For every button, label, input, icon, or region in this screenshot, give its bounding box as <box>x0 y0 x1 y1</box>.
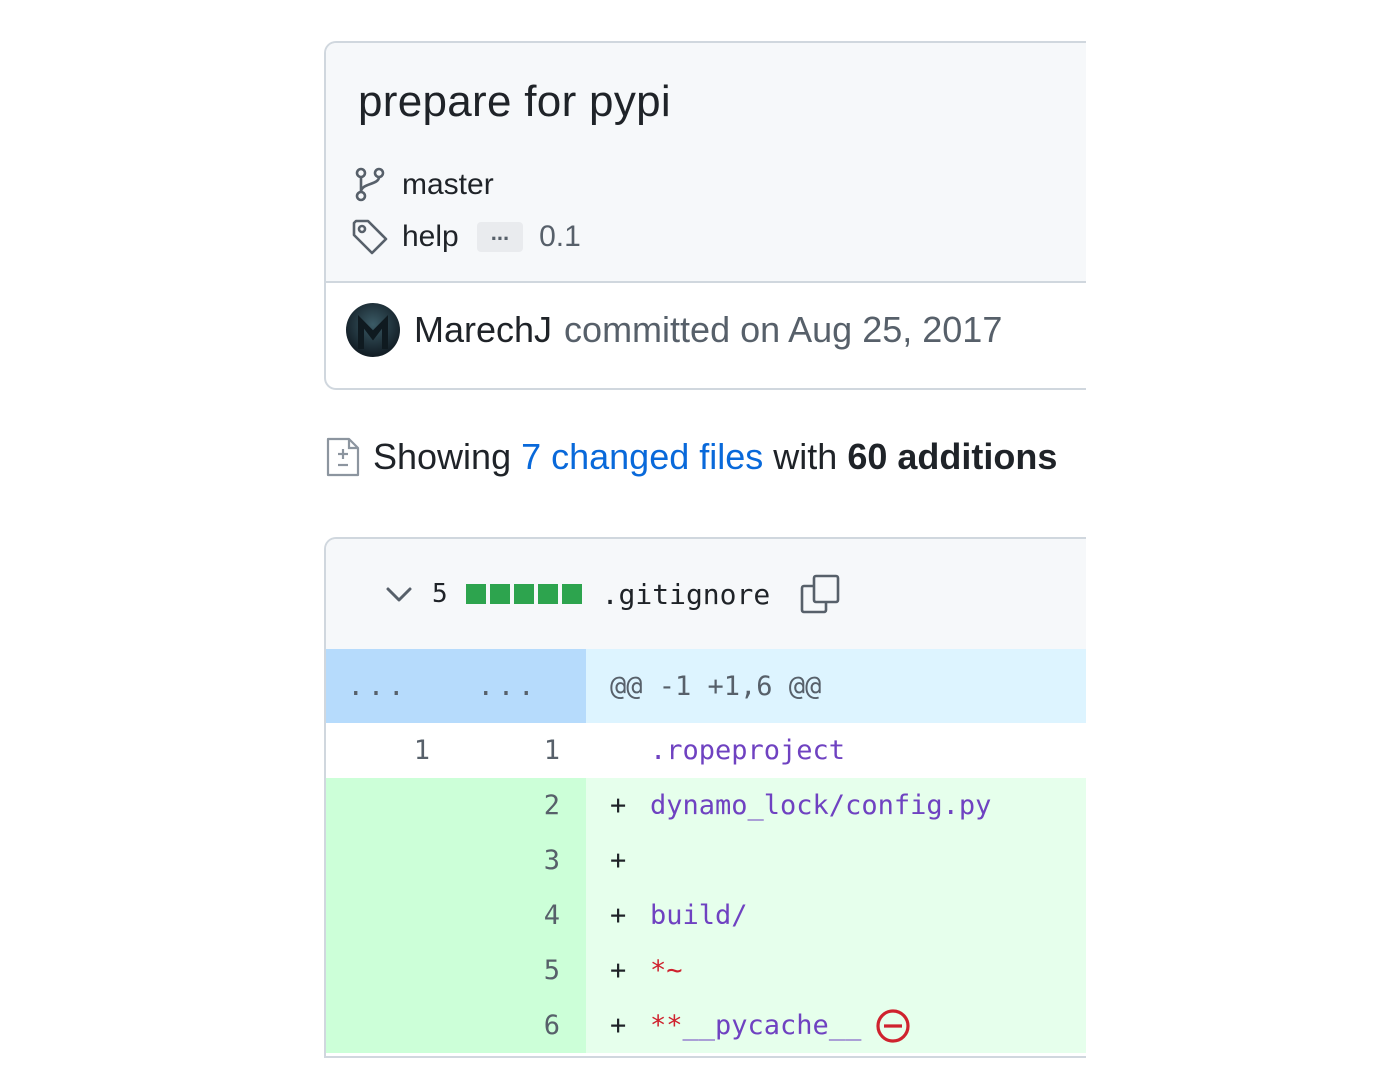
diffstat-bar <box>465 584 582 604</box>
commit-author-row: MarechJ committed on Aug 25, 2017 <box>346 303 1002 357</box>
line-text: *~ <box>650 955 683 986</box>
diffstat-block <box>489 584 510 604</box>
file-name-link[interactable]: .gitignore <box>602 578 771 611</box>
tag-icon <box>350 217 390 257</box>
expand-down-button[interactable]: ... <box>456 649 560 723</box>
line-marker <box>610 735 650 766</box>
git-branch-icon <box>350 165 390 205</box>
tag-version[interactable]: 0.1 <box>539 220 581 254</box>
line-text-emphasis: ** <box>650 1010 683 1041</box>
new-line-number[interactable]: 6 <box>456 998 560 1053</box>
no-newline-icon <box>873 1006 913 1046</box>
diff-line-added: 6 + ** __pycache__ <box>326 998 1086 1053</box>
branch-row: master <box>350 165 494 205</box>
file-diff-icon <box>325 437 361 477</box>
line-marker: + <box>610 1010 627 1041</box>
summary-middle: with <box>773 436 838 477</box>
commit-page: prepare for pypi master help ... 0.1 Mar… <box>0 0 1400 1083</box>
summary-prefix: Showing <box>373 436 512 477</box>
line-code: + *~ <box>586 943 1086 998</box>
new-line-number[interactable]: 5 <box>456 943 560 998</box>
diff-line: 1 1 .ropeproject <box>326 723 1086 778</box>
tags-row: help ... 0.1 <box>350 217 581 257</box>
avatar[interactable] <box>346 303 400 357</box>
new-line-number[interactable]: 4 <box>456 888 560 943</box>
new-line-number[interactable]: 1 <box>456 723 560 778</box>
line-text: .ropeproject <box>650 735 846 766</box>
old-line-number <box>326 943 430 998</box>
diff-summary: Showing 7 changed files with 60 addition… <box>325 436 1057 478</box>
file-diff-header: 5 .gitignore <box>326 539 1086 651</box>
diff-line-added: 5 + *~ <box>326 943 1086 998</box>
expand-up-button[interactable]: ... <box>326 649 430 723</box>
diffstat-block <box>513 584 534 604</box>
line-code: .ropeproject <box>586 723 1086 778</box>
tags-expand-button[interactable]: ... <box>476 222 524 252</box>
commit-info-panel: prepare for pypi master help ... 0.1 <box>326 43 1086 283</box>
new-line-number[interactable]: 3 <box>456 833 560 888</box>
diffstat-block <box>561 584 582 604</box>
line-text: dynamo_lock/config.py <box>650 790 992 821</box>
hunk-header-row: ... ... @@ -1 +1,6 @@ <box>326 649 1086 723</box>
line-code: + <box>586 833 1086 888</box>
old-line-number <box>326 778 430 833</box>
old-line-number <box>326 888 430 943</box>
line-code: + ** __pycache__ <box>586 998 1086 1053</box>
diff-line-added: 4 + build/ <box>326 888 1086 943</box>
line-marker: + <box>610 845 627 876</box>
branch-link[interactable]: master <box>402 168 494 202</box>
file-change-count: 5 <box>432 579 448 609</box>
commit-date-text: committed on Aug 25, 2017 <box>564 309 1003 350</box>
tag-help[interactable]: help <box>402 220 459 254</box>
hunk-header: @@ -1 +1,6 @@ <box>586 649 1086 723</box>
commit-title: prepare for pypi <box>358 77 671 126</box>
line-text: build/ <box>650 900 748 931</box>
line-marker: + <box>610 955 627 986</box>
file-diff: 5 .gitignore ... ... @@ -1 +1,6 @@ 1 1 .… <box>324 537 1086 1058</box>
old-line-number <box>326 833 430 888</box>
copy-icon[interactable] <box>798 572 842 616</box>
new-line-number[interactable]: 2 <box>456 778 560 833</box>
commit-header: prepare for pypi master help ... 0.1 Mar… <box>324 41 1086 390</box>
line-code: + build/ <box>586 888 1086 943</box>
line-marker: + <box>610 790 627 821</box>
diff-line-added: 3 + <box>326 833 1086 888</box>
chevron-down-icon[interactable] <box>382 577 416 611</box>
diffstat-block <box>465 584 486 604</box>
diffstat-block <box>537 584 558 604</box>
old-line-number[interactable]: 1 <box>326 723 430 778</box>
author-link[interactable]: MarechJ <box>414 309 552 351</box>
diff-line-added: 2 + dynamo_lock/config.py <box>326 778 1086 833</box>
line-code: + dynamo_lock/config.py <box>586 778 1086 833</box>
old-line-number <box>326 998 430 1053</box>
line-marker: + <box>610 900 627 931</box>
additions-count: 60 additions <box>847 436 1058 477</box>
changed-files-link[interactable]: 7 changed files <box>521 436 763 478</box>
line-text: __pycache__ <box>682 1010 862 1041</box>
